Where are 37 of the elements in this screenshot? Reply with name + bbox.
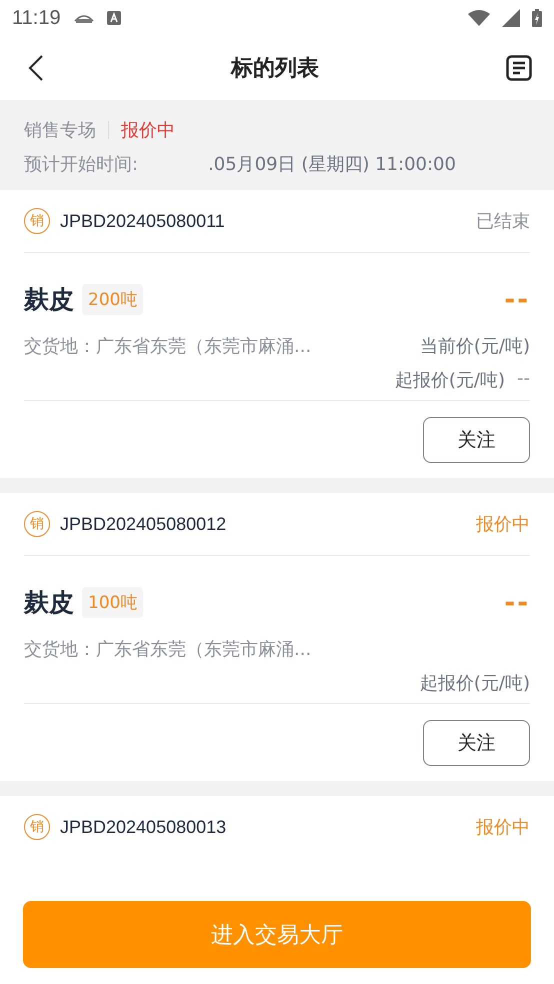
lot-code: JPBD202405080011 [60,210,225,232]
lot-card[interactable]: 销 JPBD202405080012 报价中 麸皮 100吨 -- 交货地：广东省东莞（东莞市麻涌... 起报价(元/吨) 关注 [0,493,554,781]
lot-card[interactable]: 销 JPBD202405080011 已结束 麸皮 200吨 -- 交货地：广东省东莞（东莞市麻涌... 当前价(元/吨) 起报价(元/吨) -- 关注 [0,190,554,478]
status-time: 11:19 [12,6,61,30]
signal-icon [502,9,520,27]
quantity-tag: 100吨 [82,587,144,618]
back-icon[interactable] [28,54,44,82]
sale-badge: 销 [24,814,50,840]
sale-badge: 销 [24,208,50,234]
start-time-label: 预计开始时间: [24,153,138,176]
page-title: 标的列表 [231,55,319,83]
battery-icon [532,9,542,27]
start-price-label: 起报价(元/吨) [394,369,505,392]
notification-icon [106,11,121,25]
document-icon[interactable] [506,55,532,81]
lot-code: JPBD202405080012 [60,514,226,534]
sale-badge: 销 [24,511,50,537]
lot-code: JPBD202405080013 [60,816,226,838]
current-price-label: 当前价(元/吨) [420,335,530,358]
quantity-tag: 200吨 [82,284,144,315]
lot-status: 报价中 [476,816,530,839]
start-price-label: 起报价(元/吨) [420,672,530,695]
start-time: .05月09日 (星期四) 11:00:00 [208,153,456,176]
product-name: 麸皮 [24,284,74,316]
delivery-location: 交货地：广东省东莞（东莞市麻涌... [24,335,312,358]
session-status: 报价中 [121,119,175,142]
delivery-location: 交货地：广东省东莞（东莞市麻涌... [24,638,312,661]
wifi-icon [468,10,490,26]
product-name: 麸皮 [24,587,74,619]
follow-button[interactable]: 关注 [423,417,530,463]
lot-status: 报价中 [476,513,530,536]
follow-button[interactable]: 关注 [423,720,530,766]
start-price-value: -- [517,368,530,391]
price-value: -- [504,284,530,314]
lot-status: 已结束 [476,210,530,233]
price-value: -- [504,588,530,618]
session-name: 销售专场 [24,119,96,142]
